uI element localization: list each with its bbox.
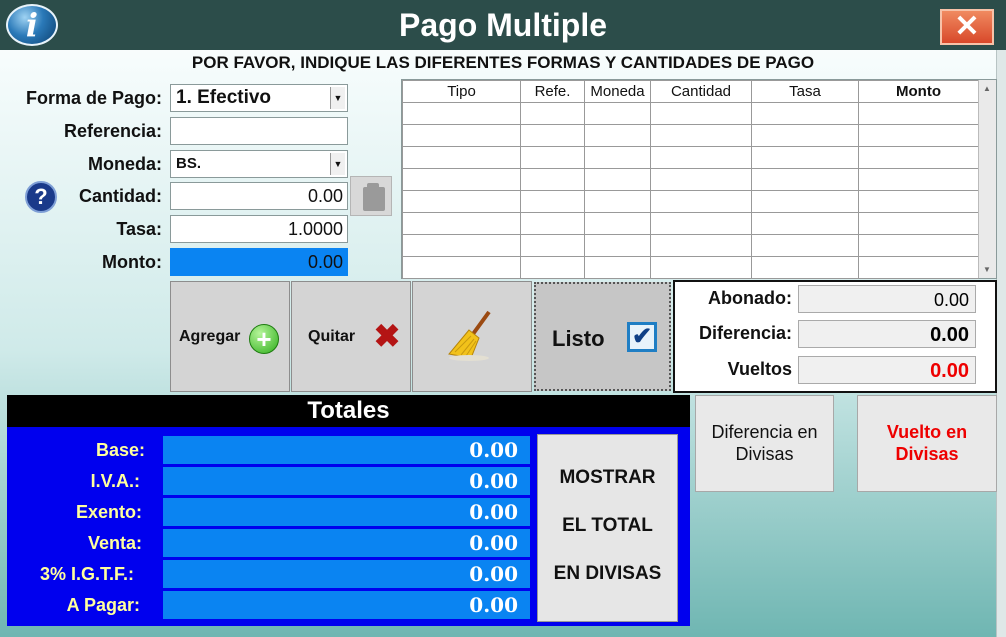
- agregar-label: Agregar: [179, 328, 241, 345]
- referencia-input[interactable]: [170, 117, 348, 145]
- moneda-select[interactable]: BS. ▼: [170, 150, 348, 178]
- igtf-value: 0.00: [163, 560, 530, 588]
- exento-label: Exento:: [75, 502, 142, 522]
- tasa-input[interactable]: 1.0000: [170, 215, 348, 243]
- calculator-button[interactable]: [350, 176, 392, 216]
- clipboard-clip: [367, 183, 379, 189]
- table-row[interactable]: [402, 146, 979, 169]
- table-row[interactable]: [402, 234, 979, 257]
- col-tipo[interactable]: Tipo: [402, 80, 521, 103]
- col-refe[interactable]: Refe.: [520, 80, 585, 103]
- moneda-label: Moneda:: [88, 154, 162, 174]
- cantidad-input[interactable]: 0.00: [170, 182, 348, 210]
- col-cantidad[interactable]: Cantidad: [650, 80, 752, 103]
- referencia-label: Referencia:: [63, 121, 162, 141]
- mostrar-line2: EL TOTAL: [562, 515, 653, 536]
- diferencia-label: Diferencia:: [698, 323, 792, 343]
- window-title: Pago Multiple: [399, 7, 607, 43]
- col-moneda[interactable]: Moneda: [584, 80, 651, 103]
- forma-de-pago-value: 1. Efectivo: [176, 87, 272, 108]
- window-edge: [996, 50, 1006, 637]
- mostrar-line1: MOSTRAR: [559, 467, 656, 488]
- iva-value: 0.00: [163, 467, 530, 495]
- chevron-down-icon[interactable]: ▼: [330, 87, 345, 109]
- vuelto-divisas-button[interactable]: Vuelto en Divisas: [857, 395, 997, 492]
- monto-field: 0.00: [170, 248, 348, 276]
- diferencia-divisas-button[interactable]: Diferencia en Divisas: [695, 395, 834, 492]
- scroll-down-icon[interactable]: ▼: [980, 262, 994, 277]
- forma-de-pago-label: Forma de Pago:: [25, 88, 162, 108]
- diferencia-divisas-line2: Divisas: [735, 444, 794, 464]
- abonado-value: 0.00: [798, 285, 976, 313]
- checkbox-icon: ✔: [627, 322, 657, 352]
- vueltos-label: Vueltos: [727, 359, 792, 379]
- abonado-label: Abonado:: [708, 288, 792, 308]
- table-row[interactable]: [402, 102, 979, 125]
- clipboard-icon: [363, 187, 385, 211]
- instructions-text: POR FAVOR, INDIQUE LAS DIFERENTES FORMAS…: [191, 53, 815, 72]
- exento-value: 0.00: [163, 498, 530, 526]
- moneda-value: BS.: [176, 155, 202, 172]
- payments-grid[interactable]: Tipo Refe. Moneda Cantidad Tasa Monto ▲ …: [401, 79, 997, 279]
- close-button[interactable]: ✕: [940, 9, 994, 45]
- broom-icon: [448, 310, 491, 361]
- tasa-label: Tasa:: [116, 219, 162, 239]
- col-tasa[interactable]: Tasa: [751, 80, 859, 103]
- venta-label: Venta:: [87, 533, 142, 553]
- quitar-button[interactable]: Quitar ✖: [291, 281, 411, 392]
- chevron-down-icon[interactable]: ▼: [330, 153, 345, 175]
- limpiar-button[interactable]: [412, 281, 532, 392]
- agregar-button[interactable]: Agregar +: [170, 281, 290, 392]
- base-value: 0.00: [163, 436, 530, 464]
- vueltos-value: 0.00: [798, 356, 976, 384]
- mostrar-total-divisas-button[interactable]: MOSTRAR EL TOTAL EN DIVISAS: [537, 434, 678, 622]
- diferencia-value: 0.00: [798, 320, 976, 348]
- a-pagar-label: A Pagar:: [66, 595, 140, 615]
- info-icon[interactable]: i: [6, 4, 58, 46]
- venta-value: 0.00: [163, 529, 530, 557]
- quitar-label: Quitar: [308, 328, 356, 345]
- payments-table: Tipo Refe. Moneda Cantidad Tasa Monto: [402, 80, 979, 279]
- totales-title: Totales: [7, 395, 690, 427]
- listo-label: Listo: [552, 326, 605, 351]
- add-icon: +: [249, 324, 279, 354]
- scroll-up-icon[interactable]: ▲: [980, 81, 994, 96]
- help-icon[interactable]: ?: [25, 181, 57, 213]
- col-monto[interactable]: Monto: [858, 80, 979, 103]
- remove-icon: ✖: [373, 318, 401, 354]
- vuelto-divisas-line2: Divisas: [895, 444, 959, 464]
- table-row[interactable]: [402, 168, 979, 191]
- listo-button[interactable]: Listo ✔: [534, 282, 671, 391]
- igtf-label: 3% I.G.T.F.:: [39, 564, 134, 584]
- forma-de-pago-select[interactable]: 1. Efectivo ▼: [170, 84, 348, 112]
- table-row[interactable]: [402, 212, 979, 235]
- table-row[interactable]: [402, 124, 979, 147]
- iva-label: I.V.A.:: [90, 471, 140, 491]
- a-pagar-value: 0.00: [163, 591, 530, 619]
- close-icon: ✕: [954, 10, 980, 43]
- diferencia-divisas-line1: Diferencia en: [711, 422, 818, 442]
- base-label: Base:: [95, 440, 145, 460]
- grid-scrollbar[interactable]: ▲ ▼: [978, 80, 996, 278]
- grid-header-row: Tipo Refe. Moneda Cantidad Tasa Monto: [402, 80, 979, 103]
- table-row[interactable]: [402, 256, 979, 279]
- monto-label: Monto:: [102, 252, 162, 272]
- table-row[interactable]: [402, 190, 979, 213]
- mostrar-line3: EN DIVISAS: [553, 563, 662, 584]
- vuelto-divisas-line1: Vuelto en: [886, 422, 968, 442]
